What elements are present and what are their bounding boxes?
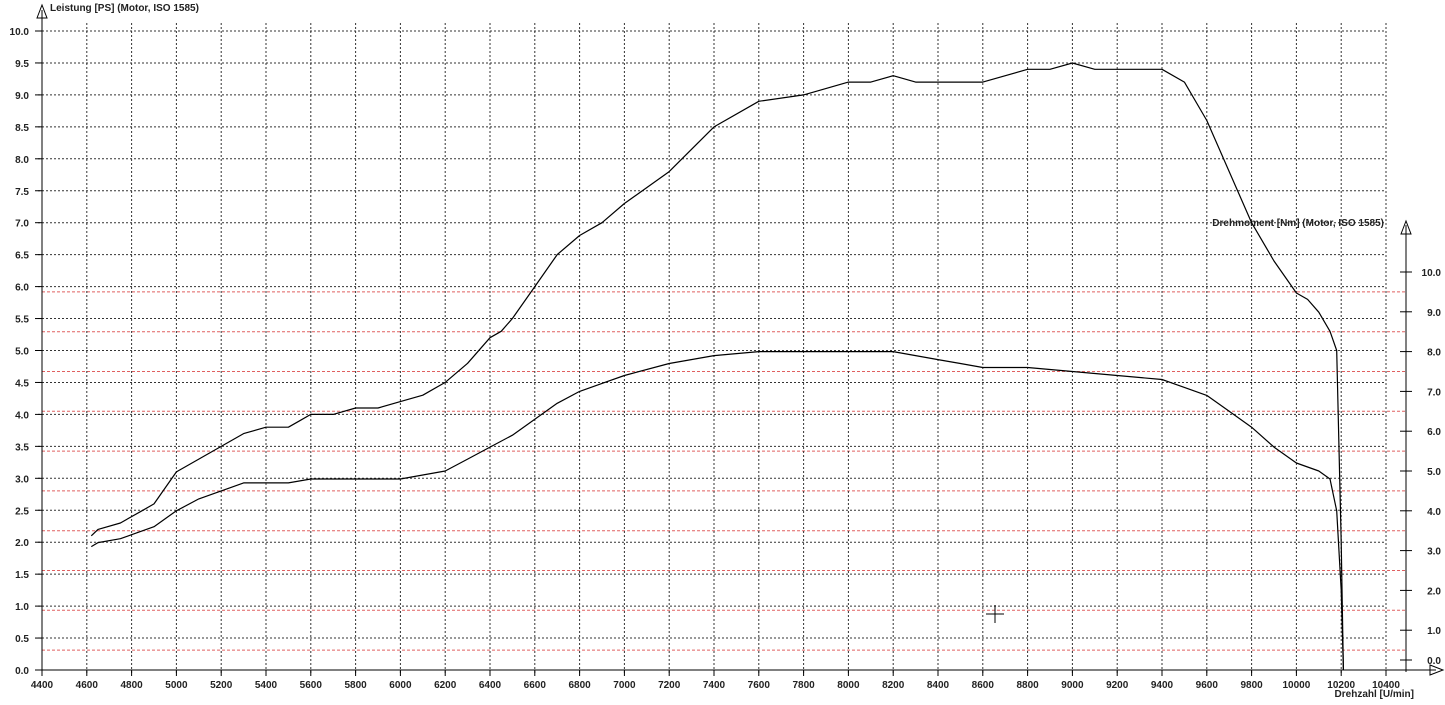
y-tick-label: 10.0 xyxy=(10,27,30,38)
x-tick-label: 8000 xyxy=(837,680,860,691)
y-tick-label: 7.5 xyxy=(15,187,29,198)
y-tick-label: 2.0 xyxy=(15,538,29,549)
x-tick-label: 8600 xyxy=(972,680,995,691)
y-tick-label: 9.0 xyxy=(15,91,29,102)
y-tick-label: 5.5 xyxy=(15,315,29,326)
series-layer xyxy=(90,62,1344,671)
x-tick-label: 7600 xyxy=(748,680,771,691)
crosshair-cursor xyxy=(986,605,1004,623)
y-tick-label: 0.5 xyxy=(15,634,29,645)
right-axis-gridlines xyxy=(42,291,1406,651)
x-tick-label: 6400 xyxy=(479,680,502,691)
right-y-tick-label: 7.0 xyxy=(1427,387,1441,398)
y-tick-label: 2.5 xyxy=(15,506,29,517)
right-y-tick-label: 8.0 xyxy=(1427,348,1441,359)
x-tick-label: 7400 xyxy=(703,680,726,691)
x-axis-title: Drehzahl [U/min] xyxy=(1335,689,1414,700)
y-tick-label: 4.0 xyxy=(15,410,29,421)
left-y-axis-title: Leistung [PS] (Motor, ISO 1585) xyxy=(50,3,199,14)
left-y-tick-labels: 0.0 0.5 1.0 1.5 2.0 2.5 3.0 3.5 4.0 4.5 5.0 5.5 6.0 6… xyxy=(10,27,42,677)
x-tick-label: 9400 xyxy=(1151,680,1174,691)
x-tick-label: 5600 xyxy=(300,680,323,691)
x-tick-label: 4400 xyxy=(31,680,54,691)
right-y-tick-label: 6.0 xyxy=(1427,427,1441,438)
x-tick-label: 5800 xyxy=(344,680,367,691)
right-y-tick-label: 3.0 xyxy=(1427,547,1441,558)
dyno-chart: 0.0 0.5 1.0 1.5 2.0 2.5 3.0 3.5 4.0 4.5 5.0 5.5 6.0 6… xyxy=(10,3,1445,700)
y-tick-label: 0.0 xyxy=(15,666,29,677)
right-y-tick-label: 2.0 xyxy=(1427,586,1441,597)
left-axis-gridlines xyxy=(38,30,1386,639)
x-tick-label: 8400 xyxy=(927,680,950,691)
right-y-tick-label: 9.0 xyxy=(1427,308,1441,319)
x-tick-label: 4600 xyxy=(76,680,99,691)
y-tick-label: 3.0 xyxy=(15,474,29,485)
x-tick-label: 6800 xyxy=(568,680,591,691)
right-y-tick-label: 0.0 xyxy=(1427,656,1441,667)
x-tick-label: 9200 xyxy=(1106,680,1129,691)
x-tick-label: 9600 xyxy=(1196,680,1219,691)
y-tick-label: 6.5 xyxy=(15,251,29,262)
x-tick-label: 5400 xyxy=(255,680,278,691)
x-tick-label: 5200 xyxy=(210,680,233,691)
y-tick-label: 7.0 xyxy=(15,219,29,230)
y-tick-label: 5.0 xyxy=(15,347,29,358)
x-tick-label: 10000 xyxy=(1282,680,1310,691)
right-y-tick-label: 1.0 xyxy=(1427,626,1441,637)
power-curve xyxy=(90,62,1344,671)
vertical-gridlines xyxy=(86,23,1387,673)
x-tick-label: 7200 xyxy=(658,680,681,691)
right-y-tick-label: 4.0 xyxy=(1427,507,1441,518)
y-tick-label: 1.5 xyxy=(15,570,29,581)
x-tick-label: 9000 xyxy=(1061,680,1084,691)
x-tick-label: 4800 xyxy=(120,680,143,691)
x-tick-label: 7800 xyxy=(792,680,815,691)
y-tick-label: 8.5 xyxy=(15,123,29,134)
x-tick-label: 5000 xyxy=(165,680,188,691)
right-y-axis-title: Drehmoment [Nm] (Motor, ISO 1585) xyxy=(1212,218,1384,229)
x-tick-labels: 4400 4600 4800 5000 5200 5400 5600 5800 6000 6200… xyxy=(31,670,1400,691)
x-tick-label: 9800 xyxy=(1240,680,1263,691)
x-tick-label: 6600 xyxy=(524,680,547,691)
x-tick-label: 7000 xyxy=(613,680,636,691)
right-y-tick-label: 10.0 xyxy=(1422,268,1442,279)
right-y-tick-label: 5.0 xyxy=(1427,467,1441,478)
y-tick-label: 6.0 xyxy=(15,283,29,294)
x-tick-label: 8800 xyxy=(1016,680,1039,691)
y-tick-label: 9.5 xyxy=(15,59,29,70)
y-tick-label: 4.5 xyxy=(15,378,29,389)
torque-curve xyxy=(90,351,1344,671)
y-tick-label: 8.0 xyxy=(15,155,29,166)
y-tick-label: 1.0 xyxy=(15,602,29,613)
y-tick-label: 3.5 xyxy=(15,442,29,453)
x-tick-label: 6200 xyxy=(434,680,457,691)
x-tick-label: 6000 xyxy=(389,680,412,691)
x-tick-label: 8200 xyxy=(882,680,905,691)
